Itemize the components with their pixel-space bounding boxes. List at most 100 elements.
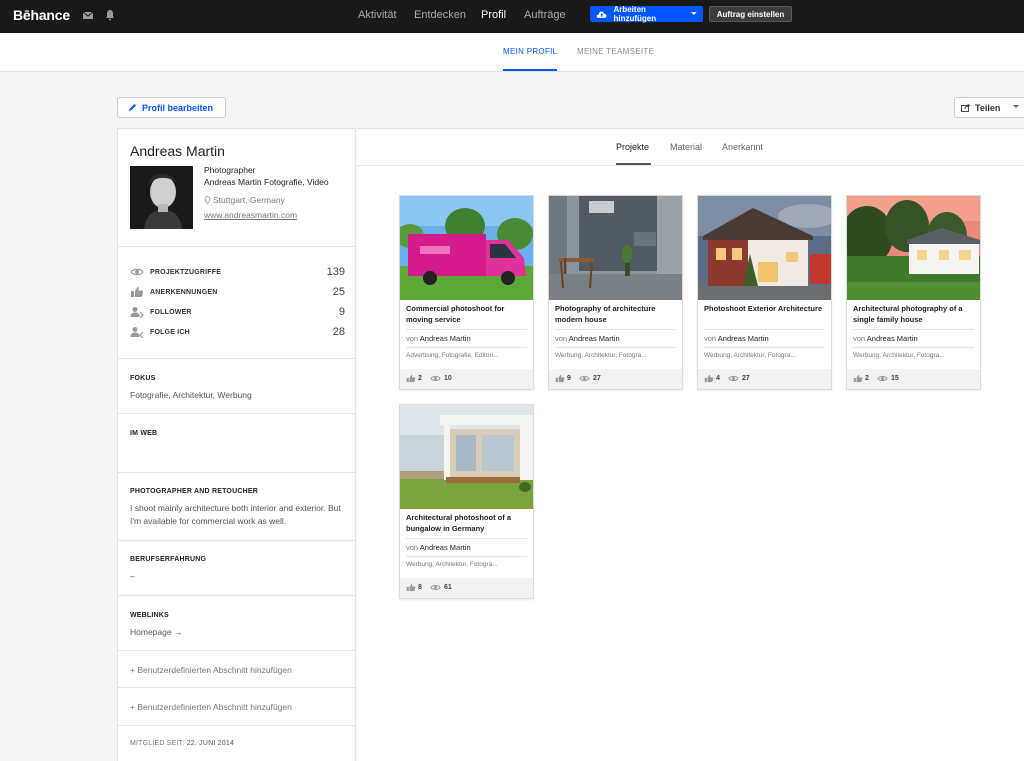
project-title[interactable]: Architectural photography of a single fa… [853,304,975,325]
author-name[interactable]: Andreas Martin [569,334,620,343]
nav-profil[interactable]: Profil [481,9,506,21]
project-title[interactable]: Photography of architecture modern house [555,304,677,325]
project-cover[interactable] [549,196,682,300]
nav-entdecken[interactable]: Entdecken [414,9,466,21]
thumbs-up-icon [853,374,863,383]
project-cover[interactable] [847,196,980,300]
project-card[interactable]: Commercial photoshoot for moving service… [399,195,534,390]
stat-label: FOLLOWER [150,309,192,316]
profile-location: Stuttgart, Germany [204,195,285,205]
share-button[interactable]: Teilen [954,97,1024,118]
member-since-label: MITGLIED SEIT: [130,740,185,747]
author-prefix: von [406,543,419,552]
stat-value: 139 [326,266,345,278]
project-card[interactable]: Photoshoot Exterior Architecture von And… [697,195,832,390]
project-title[interactable]: Photoshoot Exterior Architecture [704,304,826,315]
project-stats: 4 27 [698,369,831,389]
author-prefix: von [406,334,419,343]
add-custom-section-link[interactable]: + Benutzerdefinierten Abschnitt hinzufüg… [130,665,292,675]
author-name[interactable]: Andreas Martin [420,543,471,552]
profile-website-link[interactable]: www.andreasmartin.com [204,210,297,220]
location-pin-icon [204,196,211,205]
project-cover[interactable] [698,196,831,300]
project-tags[interactable]: Werbung, Architektur, Fotogra... [853,352,945,359]
author-name[interactable]: Andreas Martin [718,334,769,343]
caret-down-icon [691,12,697,15]
project-card[interactable]: Architectural photoshoot of a bungalow i… [399,404,534,599]
behance-logo[interactable]: Bēhance [13,7,70,23]
divider [118,725,355,726]
thumbs-up-icon [406,583,416,592]
view-count: 10 [444,375,452,382]
thumbs-up-icon [704,374,714,383]
divider [118,358,355,359]
project-stats: 2 10 [400,369,533,389]
eye-icon [430,585,441,590]
like-count: 8 [418,584,422,591]
project-title[interactable]: Commercial photoshoot for moving service [406,304,528,325]
project-author: von Andreas Martin [406,334,471,343]
nav-auftraege[interactable]: Aufträge [524,9,566,21]
focus-text: Fotografie, Architektur, Werbung [130,390,252,400]
add-custom-section-link[interactable]: + Benutzerdefinierten Abschnitt hinzufüg… [130,702,292,712]
active-tab-indicator [503,69,557,71]
divider [406,556,527,557]
tab-material[interactable]: Material [670,142,702,152]
stat-value: 9 [338,306,345,318]
divider [555,347,676,348]
location-text: Stuttgart, Germany [213,195,285,205]
like-count: 9 [567,375,571,382]
project-card[interactable]: Photography of architecture modern house… [548,195,683,390]
profile-name: Andreas Martin [130,143,225,159]
tab-meine-teamseite[interactable]: MEINE TEAMSEITE [577,47,654,56]
eye-icon [877,376,888,381]
project-tags[interactable]: Werbung, Architektur, Fotogra... [555,352,647,359]
project-title[interactable]: Architectural photoshoot of a bungalow i… [406,513,528,534]
profile-sidebar: Andreas Martin Photographer Andreas Mart… [117,128,356,761]
caret-down-icon [1013,105,1019,108]
add-work-button[interactable]: Arbeiten hinzufügen [590,5,703,23]
like-count: 2 [865,375,869,382]
like-count: 2 [418,375,422,382]
bell-icon[interactable] [104,9,118,23]
main-panel: Projekte Material Anerkannt Commercial p… [357,128,1024,761]
stat-follower: FOLLOWER 9 [130,306,345,320]
stat-label: FOLGE ICH [150,329,190,336]
author-name[interactable]: Andreas Martin [420,334,471,343]
top-bar: Bēhance Aktivität Entdecken Profil Auftr… [0,0,1024,33]
stat-value: 25 [332,286,345,298]
mail-icon[interactable] [82,9,96,23]
divider [406,329,527,330]
project-card[interactable]: Architectural photography of a single fa… [846,195,981,390]
view-count: 61 [444,584,452,591]
homepage-link[interactable]: Homepage → [130,626,345,639]
tab-projekte[interactable]: Projekte [616,142,649,152]
divider [118,246,355,247]
edit-profile-button[interactable]: Profil bearbeiten [117,97,226,118]
tab-mein-profil[interactable]: MEIN PROFIL [503,47,557,56]
post-job-button[interactable]: Auftrag einstellen [709,6,792,22]
divider [118,413,355,414]
divider [704,329,825,330]
divider [118,472,355,473]
project-stats: 8 61 [400,578,533,598]
project-cover[interactable] [400,196,533,300]
nav-aktivitaet[interactable]: Aktivität [358,9,397,21]
divider [118,687,355,688]
project-tags[interactable]: Advertising, Fotografie, Editori... [406,352,499,359]
project-cover[interactable] [400,405,533,509]
profile-company: Andreas Martin Fotografie, Video [204,177,329,187]
author-name[interactable]: Andreas Martin [867,334,918,343]
following-icon [130,327,144,338]
divider [406,538,527,539]
divider [555,329,676,330]
project-tags[interactable]: Werbung, Architektur, Fotogra... [704,352,796,359]
avatar[interactable] [130,166,193,229]
tab-anerkannt[interactable]: Anerkannt [722,142,763,152]
stat-label: ANERKENNUNGEN [150,289,218,296]
view-count: 27 [742,375,750,382]
project-tags[interactable]: Werbung, Architektur, Fotogra... [406,561,498,568]
experience-text: – [130,571,135,581]
divider [853,329,974,330]
stat-value: 28 [332,326,345,338]
